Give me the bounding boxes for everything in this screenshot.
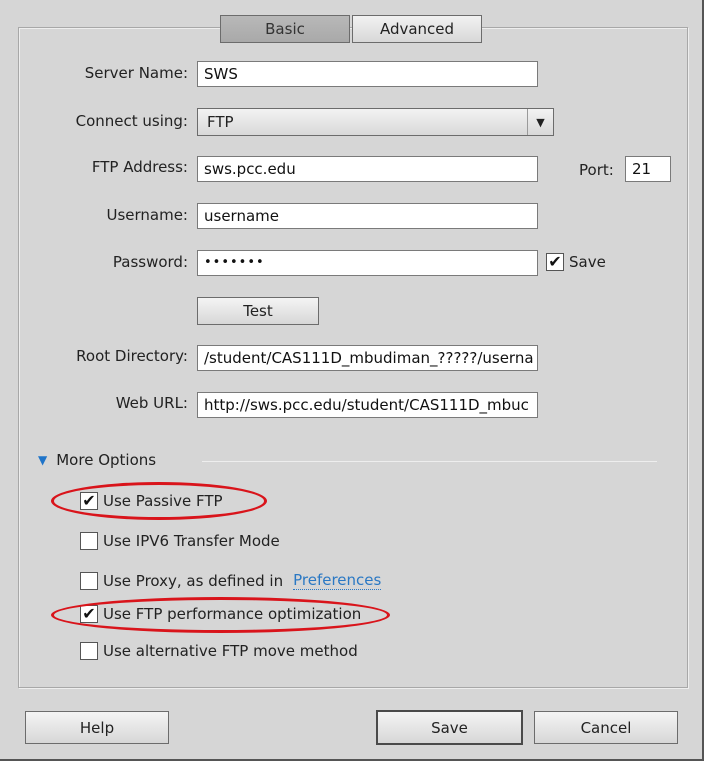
- check-icon: ✔: [80, 492, 98, 510]
- save-password-label: Save: [569, 253, 606, 271]
- connect-using-label: Connect using:: [75, 112, 188, 130]
- option-label: Use FTP performance optimization: [103, 605, 362, 623]
- server-name-input[interactable]: SWS: [197, 61, 538, 87]
- test-button[interactable]: Test: [197, 297, 319, 325]
- connect-using-select[interactable]: FTP ▼: [197, 108, 554, 136]
- option-passive-ftp[interactable]: ✔ Use Passive FTP: [80, 492, 223, 510]
- checkbox-unchecked-icon: [80, 642, 98, 660]
- option-proxy[interactable]: Use Proxy, as defined in Preferences: [80, 571, 382, 590]
- ftp-address-input[interactable]: sws.pcc.edu: [197, 156, 538, 182]
- web-url-label: Web URL:: [115, 394, 188, 412]
- server-name-label: Server Name:: [84, 64, 188, 82]
- option-ftp-performance[interactable]: ✔ Use FTP performance optimization: [80, 605, 361, 623]
- check-icon: ✔: [80, 605, 98, 623]
- password-input[interactable]: •••••••: [197, 250, 538, 276]
- option-alt-move[interactable]: Use alternative FTP move method: [80, 642, 358, 660]
- tab-basic[interactable]: Basic: [220, 15, 350, 43]
- help-button[interactable]: Help: [25, 711, 169, 744]
- more-options-label: More Options: [56, 451, 157, 469]
- option-ipv6[interactable]: Use IPV6 Transfer Mode: [80, 532, 280, 550]
- ftp-address-label: FTP Address:: [91, 158, 188, 176]
- preferences-link[interactable]: Preferences: [293, 571, 382, 590]
- tab-advanced[interactable]: Advanced: [352, 15, 482, 43]
- connect-using-value: FTP: [207, 113, 234, 131]
- root-directory-label: Root Directory:: [76, 347, 188, 365]
- tab-bar: Basic Advanced: [220, 15, 482, 43]
- option-label: Use IPV6 Transfer Mode: [103, 532, 280, 550]
- option-label: Use alternative FTP move method: [103, 642, 358, 660]
- expand-triangle-icon: ▼: [38, 453, 48, 467]
- checkbox-unchecked-icon: [80, 532, 98, 550]
- password-label: Password:: [112, 253, 188, 271]
- more-options-divider: [202, 461, 657, 462]
- username-label: Username:: [106, 206, 188, 224]
- save-password-checkbox[interactable]: ✔ Save: [546, 253, 606, 271]
- root-directory-input[interactable]: /student/CAS111D_mbudiman_?????/userna: [197, 345, 538, 371]
- port-input[interactable]: 21: [625, 156, 671, 182]
- checkbox-unchecked-icon: [80, 571, 98, 590]
- cancel-button[interactable]: Cancel: [534, 711, 678, 744]
- option-label: Use Proxy, as defined in: [103, 571, 284, 590]
- username-input[interactable]: username: [197, 203, 538, 229]
- site-setup-dialog: Basic Advanced Server Name: SWS Connect …: [0, 0, 704, 761]
- chevron-down-icon[interactable]: ▼: [527, 109, 553, 135]
- more-options-toggle[interactable]: ▼ More Options: [38, 451, 156, 469]
- save-button[interactable]: Save: [376, 710, 523, 745]
- port-label: Port:: [579, 161, 614, 179]
- check-icon: ✔: [546, 253, 564, 271]
- option-label: Use Passive FTP: [103, 492, 223, 510]
- web-url-input[interactable]: http://sws.pcc.edu/student/CAS111D_mbuc: [197, 392, 538, 418]
